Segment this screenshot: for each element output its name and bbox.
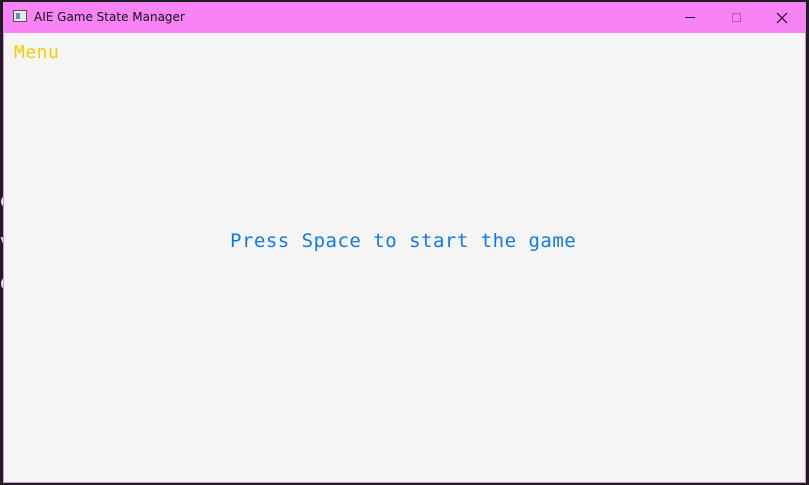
game-window: AIE Game State Manager Menu Press Space … bbox=[3, 2, 806, 483]
close-icon bbox=[776, 12, 788, 23]
minimize-icon bbox=[685, 17, 695, 18]
close-button[interactable] bbox=[759, 2, 805, 33]
title-bar[interactable]: AIE Game State Manager bbox=[4, 2, 805, 33]
minimize-button[interactable] bbox=[667, 2, 713, 33]
start-prompt: Press Space to start the game bbox=[230, 230, 577, 252]
maximize-icon bbox=[731, 13, 741, 22]
app-window-icon[interactable] bbox=[13, 10, 27, 22]
game-canvas[interactable]: Menu Press Space to start the game bbox=[4, 33, 805, 482]
window-title: AIE Game State Manager bbox=[34, 10, 185, 24]
maximize-button[interactable] bbox=[713, 2, 759, 33]
game-state-label: Menu bbox=[14, 42, 60, 63]
